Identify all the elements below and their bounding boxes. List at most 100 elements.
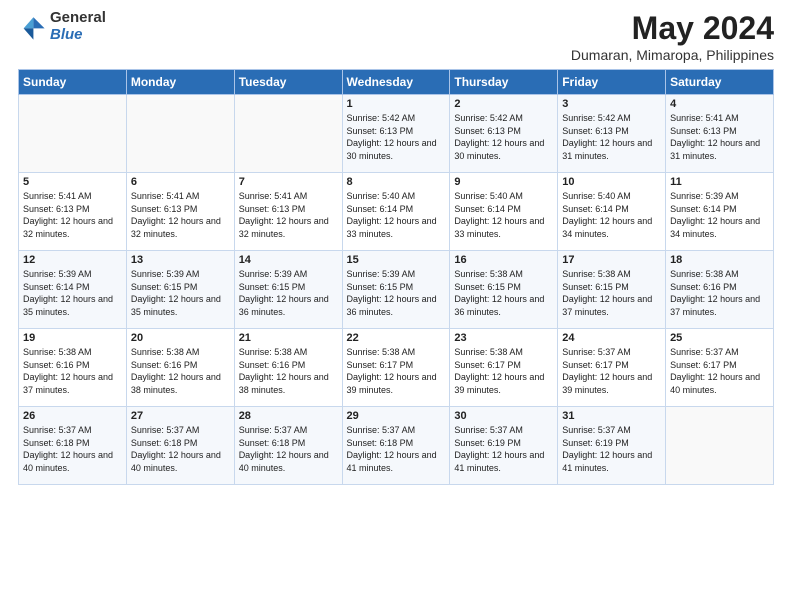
day-number: 15 [347, 254, 446, 266]
weekday-header-row: SundayMondayTuesdayWednesdayThursdayFrid… [19, 70, 774, 95]
day-info: Sunrise: 5:38 AM Sunset: 6:15 PM Dayligh… [562, 268, 661, 318]
calendar-cell: 12 Sunrise: 5:39 AM Sunset: 6:14 PM Dayli… [19, 251, 127, 329]
calendar-cell: 6Sunrise: 5:41 AM Sunset: 6:13 PM Daylig… [126, 173, 234, 251]
day-number: 27 [131, 410, 230, 422]
day-number: 21 [239, 332, 338, 344]
calendar-cell: 26 Sunrise: 5:37 AM Sunset: 6:18 PM Dayli… [19, 407, 127, 485]
calendar-cell: 13Sunrise: 5:39 AM Sunset: 6:15 PM Dayli… [126, 251, 234, 329]
weekday-header-wednesday: Wednesday [342, 70, 450, 95]
weekday-header-saturday: Saturday [666, 70, 774, 95]
day-number: 30 [454, 410, 553, 422]
day-info: Sunrise: 5:37 AM Sunset: 6:19 PM Dayligh… [562, 424, 661, 474]
day-info: Sunrise: 5:37 AM Sunset: 6:18 PM Dayligh… [239, 424, 338, 474]
day-number: 11 [670, 176, 769, 188]
calendar-cell [666, 407, 774, 485]
day-info: Sunrise: 5:38 AM Sunset: 6:16 PM Dayligh… [23, 346, 122, 396]
day-number: 6 [131, 176, 230, 188]
calendar-cell: 15 Sunrise: 5:39 AM Sunset: 6:15 PM Dayli… [342, 251, 450, 329]
calendar-cell [234, 95, 342, 173]
day-number: 10 [562, 176, 661, 188]
calendar-cell: 5Sunrise: 5:41 AM Sunset: 6:13 PM Daylig… [19, 173, 127, 251]
week-row-4: 19 Sunrise: 5:38 AM Sunset: 6:16 PM Dayli… [19, 329, 774, 407]
day-info: Sunrise: 5:42 AM Sunset: 6:13 PM Dayligh… [347, 112, 446, 162]
weekday-header-thursday: Thursday [450, 70, 558, 95]
week-row-3: 12 Sunrise: 5:39 AM Sunset: 6:14 PM Dayli… [19, 251, 774, 329]
day-number: 23 [454, 332, 553, 344]
calendar-cell: 30 Sunrise: 5:37 AM Sunset: 6:19 PM Dayli… [450, 407, 558, 485]
day-number: 29 [347, 410, 446, 422]
day-number: 24 [562, 332, 661, 344]
day-number: 12 [23, 254, 122, 266]
day-info: Sunrise: 5:37 AM Sunset: 6:18 PM Dayligh… [131, 424, 230, 474]
day-info: Sunrise: 5:38 AM Sunset: 6:15 PM Dayligh… [454, 268, 553, 318]
calendar-cell: 24Sunrise: 5:37 AM Sunset: 6:17 PM Dayli… [558, 329, 666, 407]
logo: General Blue [18, 10, 106, 43]
day-number: 19 [23, 332, 122, 344]
week-row-5: 26 Sunrise: 5:37 AM Sunset: 6:18 PM Dayli… [19, 407, 774, 485]
day-info: Sunrise: 5:41 AM Sunset: 6:13 PM Dayligh… [670, 112, 769, 162]
day-number: 22 [347, 332, 446, 344]
day-info: Sunrise: 5:38 AM Sunset: 6:16 PM Dayligh… [131, 346, 230, 396]
day-info: Sunrise: 5:40 AM Sunset: 6:14 PM Dayligh… [454, 190, 553, 240]
day-info: Sunrise: 5:39 AM Sunset: 6:15 PM Dayligh… [239, 268, 338, 318]
calendar-cell: 22 Sunrise: 5:38 AM Sunset: 6:17 PM Dayli… [342, 329, 450, 407]
calendar-cell: 4 Sunrise: 5:41 AM Sunset: 6:13 PM Daylig… [666, 95, 774, 173]
day-number: 14 [239, 254, 338, 266]
calendar-cell: 19 Sunrise: 5:38 AM Sunset: 6:16 PM Dayli… [19, 329, 127, 407]
calendar-cell: 28Sunrise: 5:37 AM Sunset: 6:18 PM Dayli… [234, 407, 342, 485]
calendar-cell: 18Sunrise: 5:38 AM Sunset: 6:16 PM Dayli… [666, 251, 774, 329]
day-info: Sunrise: 5:37 AM Sunset: 6:19 PM Dayligh… [454, 424, 553, 474]
weekday-header-monday: Monday [126, 70, 234, 95]
day-info: Sunrise: 5:40 AM Sunset: 6:14 PM Dayligh… [347, 190, 446, 240]
header: General Blue May 2024 Dumaran, Mimaropa,… [18, 10, 774, 63]
day-number: 18 [670, 254, 769, 266]
calendar-table: SundayMondayTuesdayWednesdayThursdayFrid… [18, 69, 774, 485]
day-info: Sunrise: 5:42 AM Sunset: 6:13 PM Dayligh… [454, 112, 553, 162]
logo-icon [18, 13, 46, 41]
day-info: Sunrise: 5:40 AM Sunset: 6:14 PM Dayligh… [562, 190, 661, 240]
weekday-header-tuesday: Tuesday [234, 70, 342, 95]
calendar-cell: 10 Sunrise: 5:40 AM Sunset: 6:14 PM Dayli… [558, 173, 666, 251]
logo-general-text: General [50, 9, 106, 26]
day-number: 26 [23, 410, 122, 422]
page: General Blue May 2024 Dumaran, Mimaropa,… [0, 0, 792, 612]
day-number: 25 [670, 332, 769, 344]
day-number: 2 [454, 98, 553, 110]
calendar-cell: 2 Sunrise: 5:42 AM Sunset: 6:13 PM Daylig… [450, 95, 558, 173]
week-row-1: 1 Sunrise: 5:42 AM Sunset: 6:13 PM Daylig… [19, 95, 774, 173]
calendar-cell: 16 Sunrise: 5:38 AM Sunset: 6:15 PM Dayli… [450, 251, 558, 329]
calendar-cell: 14 Sunrise: 5:39 AM Sunset: 6:15 PM Dayli… [234, 251, 342, 329]
day-info: Sunrise: 5:42 AM Sunset: 6:13 PM Dayligh… [562, 112, 661, 162]
calendar-cell: 23Sunrise: 5:38 AM Sunset: 6:17 PM Dayli… [450, 329, 558, 407]
calendar-cell: 20 Sunrise: 5:38 AM Sunset: 6:16 PM Dayli… [126, 329, 234, 407]
day-number: 3 [562, 98, 661, 110]
calendar-cell: 3 Sunrise: 5:42 AM Sunset: 6:13 PM Daylig… [558, 95, 666, 173]
day-number: 20 [131, 332, 230, 344]
calendar-cell: 7Sunrise: 5:41 AM Sunset: 6:13 PM Daylig… [234, 173, 342, 251]
month-year: May 2024 [571, 10, 774, 47]
day-info: Sunrise: 5:39 AM Sunset: 6:14 PM Dayligh… [670, 190, 769, 240]
calendar-cell: 21 Sunrise: 5:38 AM Sunset: 6:16 PM Dayli… [234, 329, 342, 407]
day-info: Sunrise: 5:39 AM Sunset: 6:14 PM Dayligh… [23, 268, 122, 318]
calendar-cell: 27 Sunrise: 5:37 AM Sunset: 6:18 PM Dayli… [126, 407, 234, 485]
weekday-header-sunday: Sunday [19, 70, 127, 95]
day-info: Sunrise: 5:38 AM Sunset: 6:17 PM Dayligh… [347, 346, 446, 396]
day-info: Sunrise: 5:39 AM Sunset: 6:15 PM Dayligh… [347, 268, 446, 318]
logo-blue-text: Blue [50, 26, 83, 43]
location: Dumaran, Mimaropa, Philippines [571, 47, 774, 63]
calendar-cell: 9Sunrise: 5:40 AM Sunset: 6:14 PM Daylig… [450, 173, 558, 251]
day-number: 16 [454, 254, 553, 266]
day-number: 4 [670, 98, 769, 110]
day-number: 7 [239, 176, 338, 188]
day-info: Sunrise: 5:37 AM Sunset: 6:18 PM Dayligh… [347, 424, 446, 474]
day-number: 1 [347, 98, 446, 110]
calendar-cell: 29 Sunrise: 5:37 AM Sunset: 6:18 PM Dayli… [342, 407, 450, 485]
day-number: 8 [347, 176, 446, 188]
day-number: 31 [562, 410, 661, 422]
day-info: Sunrise: 5:37 AM Sunset: 6:18 PM Dayligh… [23, 424, 122, 474]
day-info: Sunrise: 5:38 AM Sunset: 6:16 PM Dayligh… [239, 346, 338, 396]
calendar-cell: 17Sunrise: 5:38 AM Sunset: 6:15 PM Dayli… [558, 251, 666, 329]
week-row-2: 5Sunrise: 5:41 AM Sunset: 6:13 PM Daylig… [19, 173, 774, 251]
calendar-cell [126, 95, 234, 173]
title-block: May 2024 Dumaran, Mimaropa, Philippines [571, 10, 774, 63]
